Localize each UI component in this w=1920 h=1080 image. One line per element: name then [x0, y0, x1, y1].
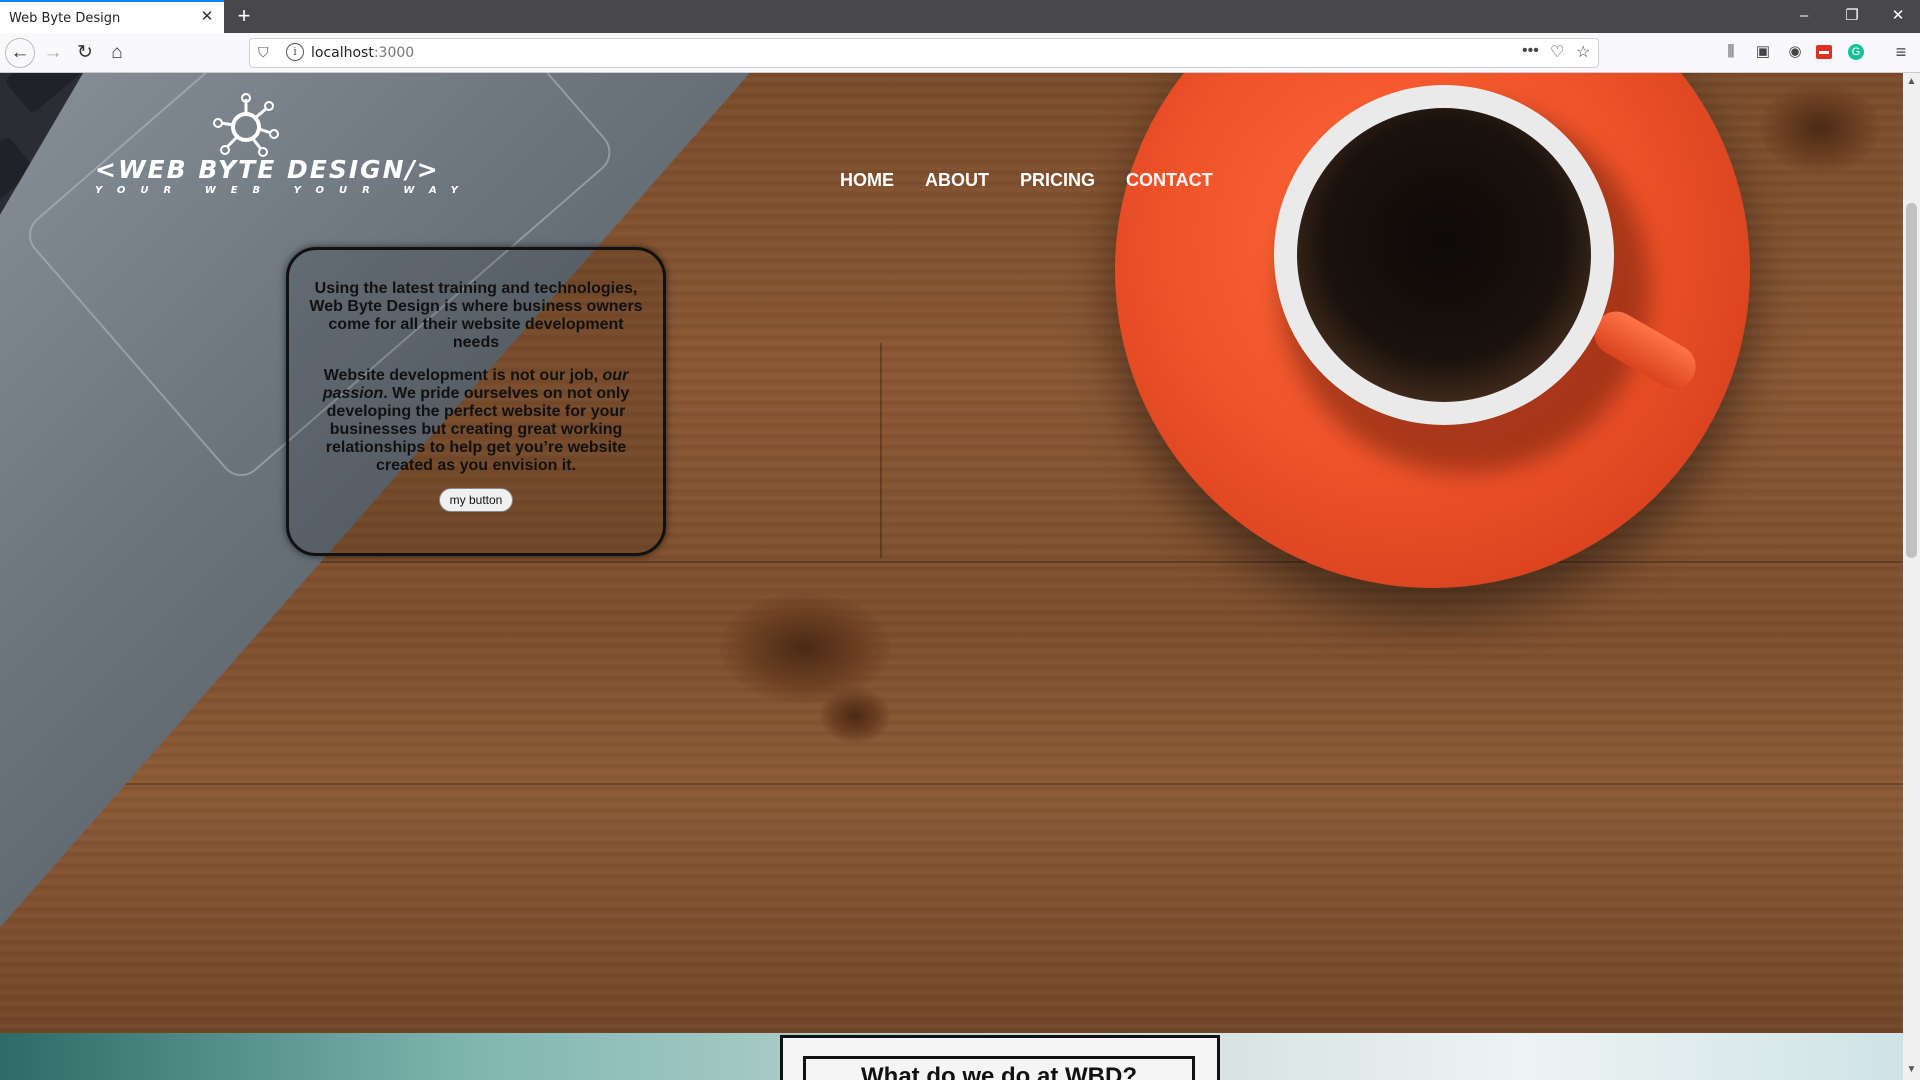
intro-paragraph-2: Website development is not our job, our …: [305, 367, 647, 475]
nav-home[interactable]: HOME: [840, 170, 894, 191]
wood-knot: [720, 593, 890, 703]
keyboard-key: [4, 73, 86, 115]
bookmark-star-icon[interactable]: ☆: [1576, 42, 1590, 62]
coffee-liquid: [1297, 108, 1591, 402]
logo-tagline: YOUR WEB YOUR WAY: [95, 185, 473, 196]
nav-contact[interactable]: CONTACT: [1126, 170, 1213, 191]
url-port: :3000: [373, 45, 415, 61]
new-tab-button[interactable]: +: [232, 4, 256, 28]
site-info-icon[interactable]: i: [286, 43, 304, 61]
main-nav: HOME ABOUT PRICING CONTACT: [840, 170, 1213, 191]
browser-toolbar: ← → ↻ ⌂ ⛉ i localhost:3000 ••• ♡ ☆ ⫼ ▣ ◉…: [0, 33, 1920, 73]
minimize-button[interactable]: –: [1782, 4, 1826, 28]
pocket-icon[interactable]: ♡: [1550, 42, 1564, 62]
section-2-title: What do we do at WBD?: [803, 1056, 1195, 1080]
tab-title: Web Byte Design: [9, 11, 121, 26]
menu-icon[interactable]: ≡: [1890, 41, 1912, 63]
account-icon[interactable]: ◉: [1784, 41, 1806, 63]
sidebar-icon[interactable]: ▣: [1752, 41, 1774, 63]
library-icon[interactable]: ⫼: [1720, 41, 1742, 63]
nav-about[interactable]: ABOUT: [925, 170, 989, 191]
web-page: <WEB BYTE DESIGN/> YOUR WEB YOUR WAY HOM…: [0, 73, 1903, 1080]
section-2-heading-box: What do we do at WBD?: [780, 1035, 1220, 1080]
network-node-icon: [213, 93, 279, 157]
grammarly-icon[interactable]: G: [1848, 44, 1864, 60]
address-bar[interactable]: ⛉ i localhost:3000 ••• ♡ ☆: [249, 38, 1599, 68]
my-button[interactable]: my button: [438, 488, 514, 512]
page-scrollbar[interactable]: ▲ ▼: [1903, 73, 1920, 1080]
close-window-button[interactable]: ✕: [1876, 4, 1920, 28]
scrollbar-thumb[interactable]: [1906, 203, 1917, 558]
laptop-background-image: [0, 73, 820, 973]
browser-tab[interactable]: Web Byte Design ✕: [0, 0, 224, 33]
page-actions-icon[interactable]: •••: [1522, 42, 1539, 60]
keyboard-key: [0, 135, 36, 215]
intro-paragraph-1: Using the latest training and technologi…: [309, 280, 643, 351]
url-text[interactable]: localhost:3000: [311, 45, 414, 61]
scroll-up-arrow-icon[interactable]: ▲: [1905, 75, 1918, 88]
logo-text: <WEB BYTE DESIGN/>: [95, 155, 440, 184]
forward-button-icon[interactable]: →: [38, 38, 68, 68]
home-icon[interactable]: ⌂: [102, 38, 132, 68]
reload-icon[interactable]: ↻: [70, 38, 100, 68]
restore-button[interactable]: ❐: [1830, 4, 1874, 28]
extension-icon[interactable]: ▬: [1816, 45, 1832, 59]
back-button-icon[interactable]: ←: [5, 38, 35, 68]
wood-knot: [820, 688, 890, 743]
wood-plank-divider: [0, 783, 1903, 785]
tracking-shield-icon[interactable]: ⛉: [258, 44, 269, 61]
url-host: localhost: [311, 45, 374, 61]
intro-p2-start: Website development is not our job,: [323, 367, 603, 384]
wood-plank-divider: [880, 343, 882, 558]
close-tab-icon[interactable]: ✕: [198, 8, 216, 26]
site-logo[interactable]: <WEB BYTE DESIGN/> YOUR WEB YOUR WAY: [95, 93, 458, 203]
tab-strip: Web Byte Design ✕ + – ❐ ✕: [0, 0, 1920, 33]
nav-pricing[interactable]: PRICING: [1020, 170, 1095, 191]
wood-knot: [1760, 83, 1880, 173]
scroll-down-arrow-icon[interactable]: ▼: [1905, 1063, 1918, 1076]
intro-card: Using the latest training and technologi…: [286, 247, 666, 556]
